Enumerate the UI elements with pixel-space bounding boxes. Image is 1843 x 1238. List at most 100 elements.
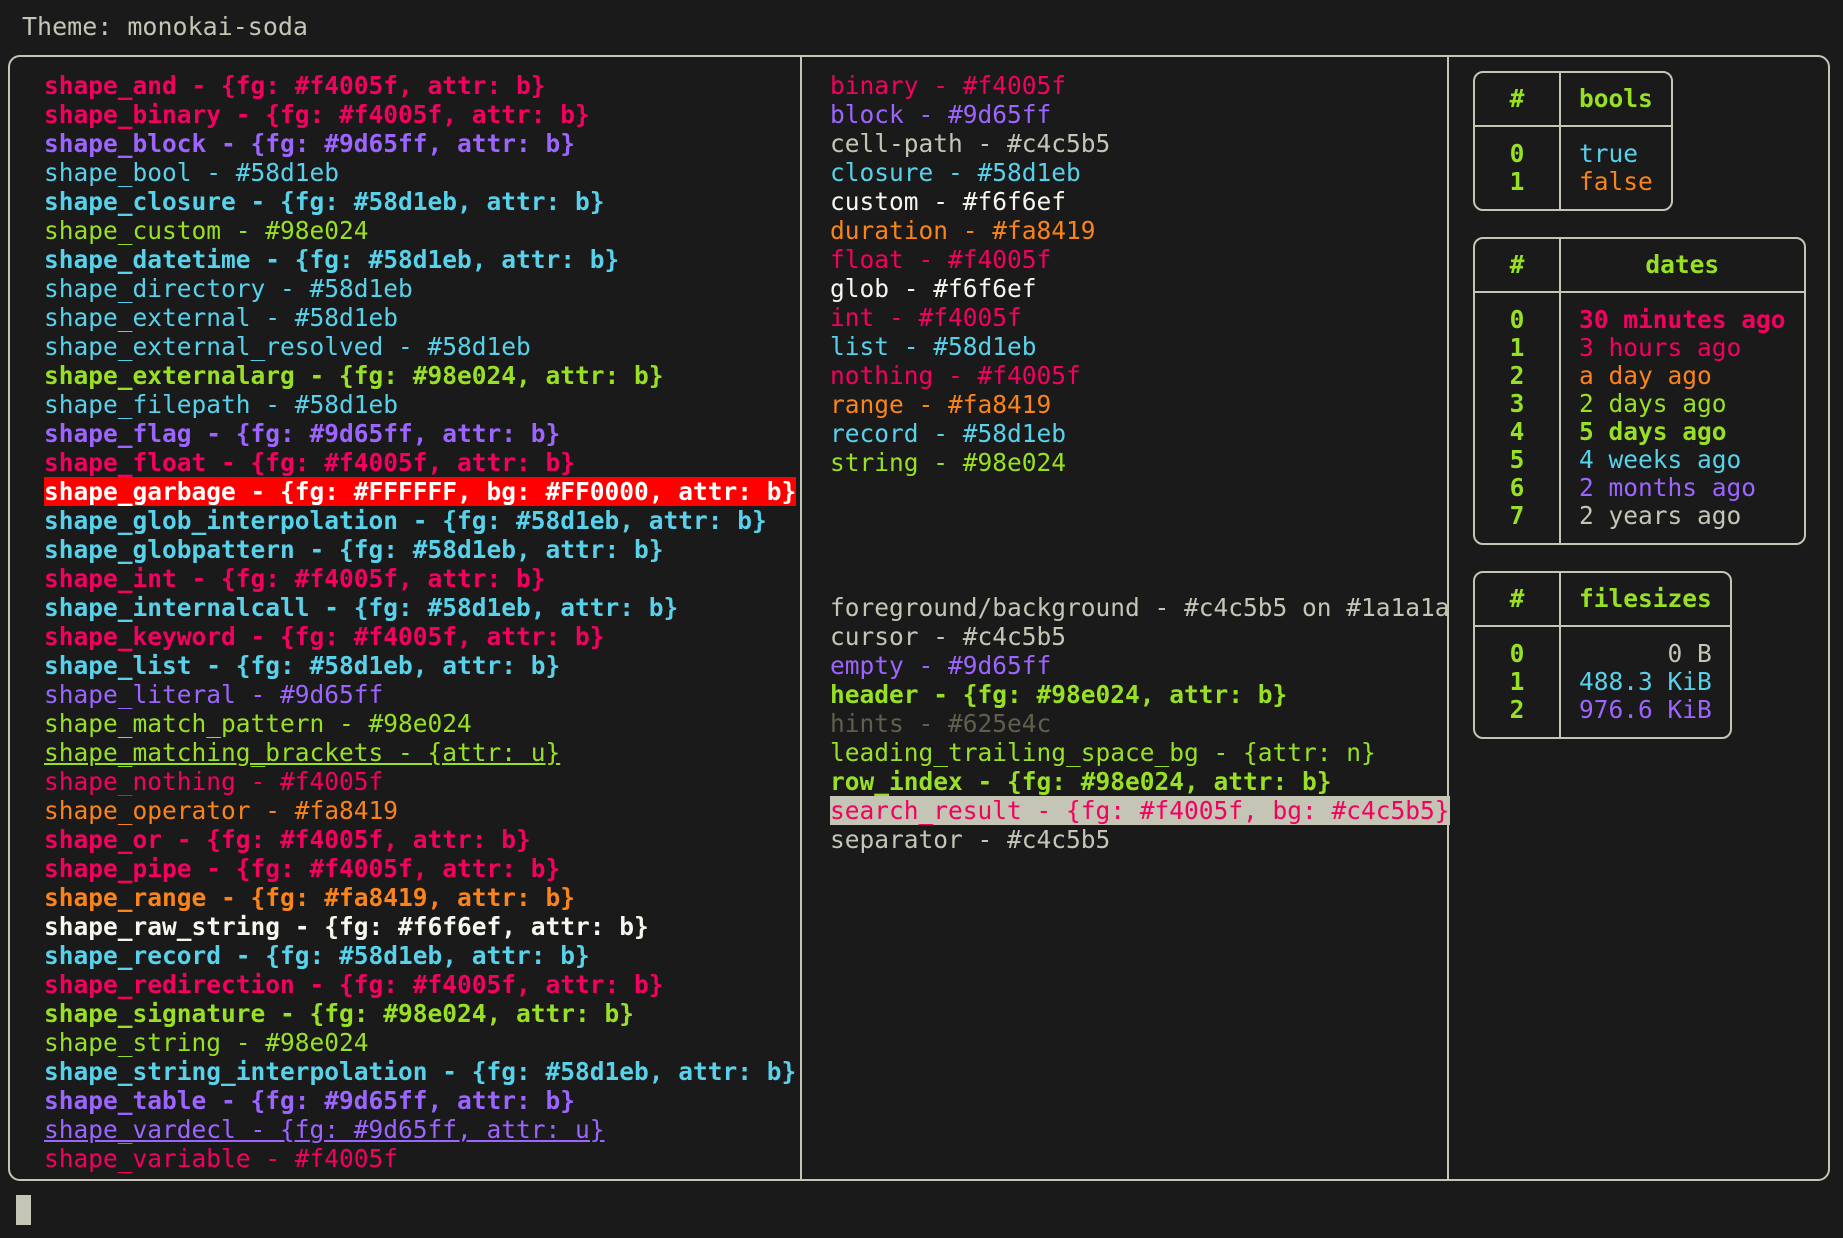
- theme-entry: closure - #58d1eb: [830, 158, 1447, 187]
- theme-entry: shape_signature - {fg: #98e024, attr: b}: [44, 999, 800, 1028]
- theme-entry: shape_flag - {fg: #9d65ff, attr: b}: [44, 419, 800, 448]
- theme-entry-text: shape_bool - #58d1eb: [44, 158, 340, 187]
- column-gap: [830, 477, 1447, 593]
- theme-entry-text: shape_redirection - {fg: #f4005f, attr: …: [44, 970, 664, 999]
- theme-entry-text: shape_closure - {fg: #58d1eb, attr: b}: [44, 187, 605, 216]
- theme-entry-text: shape_flag - {fg: #9d65ff, attr: b}: [44, 419, 561, 448]
- row-index: 4: [1475, 418, 1561, 446]
- table-header-row: # dates: [1475, 239, 1804, 293]
- row-value: 4 weeks ago: [1579, 445, 1742, 474]
- theme-entry: duration - #fa8419: [830, 216, 1447, 245]
- theme-entry-text: custom - #f6f6ef: [830, 187, 1067, 216]
- theme-entry-text: shape_match_pattern - #98e024: [44, 709, 472, 738]
- row-value: true: [1579, 139, 1639, 168]
- types-list: binary - #f4005f block - #9d65ff cell-path…: [830, 71, 1447, 477]
- theme-entry-text: leading_trailing_space_bg - {attr: n}: [830, 738, 1376, 767]
- theme-entry: foreground/background - #c4c5b5 on #1a1a…: [830, 593, 1450, 622]
- row-index: 7: [1475, 502, 1561, 543]
- theme-entry-text: glob - #f6f6ef: [830, 274, 1037, 303]
- theme-entry: custom - #f6f6ef: [830, 187, 1447, 216]
- table-row: 2 976.6 KiB: [1475, 696, 1730, 737]
- row-value: 488.3 KiB: [1579, 667, 1712, 696]
- theme-entry: shape_external - #58d1eb: [44, 303, 800, 332]
- theme-label: Theme: monokai-soda: [22, 12, 308, 41]
- row-value: false: [1579, 167, 1653, 196]
- terminal-screen: Theme: monokai-soda shape_and - {fg: #f4…: [0, 0, 1843, 1238]
- theme-entry-text: shape_string_interpolation - {fg: #58d1e…: [44, 1057, 797, 1086]
- theme-entry: shape_bool - #58d1eb: [44, 158, 800, 187]
- theme-entry-text: shape_garbage - {fg: #FFFFFF, bg: #FF000…: [44, 477, 797, 506]
- theme-entry-text: shape_operator - #fa8419: [44, 796, 399, 825]
- theme-entry-text: separator - #c4c5b5: [830, 825, 1111, 854]
- theme-entry-text: shape_globpattern - {fg: #58d1eb, attr: …: [44, 535, 664, 564]
- theme-entry: shape_filepath - #58d1eb: [44, 390, 800, 419]
- theme-entry-text: shape_directory - #58d1eb: [44, 274, 413, 303]
- row-value: 2 months ago: [1579, 473, 1757, 502]
- theme-entry: shape_glob_interpolation - {fg: #58d1eb,…: [44, 506, 800, 535]
- theme-entry: separator - #c4c5b5: [830, 825, 1447, 854]
- theme-entry: shape_nothing - #f4005f: [44, 767, 800, 796]
- theme-entry-text: shape_binary - {fg: #f4005f, attr: b}: [44, 100, 590, 129]
- column-header-index: #: [1475, 573, 1561, 627]
- theme-entry: shape_externalarg - {fg: #98e024, attr: …: [44, 361, 800, 390]
- ui-elements-list: foreground/background - #c4c5b5 on #1a1a…: [830, 593, 1450, 854]
- theme-entry-text: shape_string - #98e024: [44, 1028, 369, 1057]
- row-value: 3 hours ago: [1579, 333, 1742, 362]
- theme-entry-text: shape_datetime - {fg: #58d1eb, attr: b}: [44, 245, 620, 274]
- theme-entry: shape_redirection - {fg: #f4005f, attr: …: [44, 970, 800, 999]
- theme-entry-text: header - {fg: #98e024, attr: b}: [830, 680, 1288, 709]
- row-index: 2: [1475, 362, 1561, 390]
- theme-entry: shape_binary - {fg: #f4005f, attr: b}: [44, 100, 800, 129]
- theme-entry: shape_list - {fg: #58d1eb, attr: b}: [44, 651, 800, 680]
- theme-entry: shape_or - {fg: #f4005f, attr: b}: [44, 825, 800, 854]
- theme-entry-text: shape_record - {fg: #58d1eb, attr: b}: [44, 941, 590, 970]
- table-row: 0 30 minutes ago: [1475, 293, 1804, 334]
- theme-entry: shape_float - {fg: #f4005f, attr: b}: [44, 448, 800, 477]
- theme-entry: shape_table - {fg: #9d65ff, attr: b}: [44, 1086, 800, 1115]
- theme-entry: cell-path - #c4c5b5: [830, 129, 1447, 158]
- theme-entry: cursor - #c4c5b5: [830, 622, 1447, 651]
- theme-entry-text: shape_block - {fg: #9d65ff, attr: b}: [44, 129, 576, 158]
- theme-entry: range - #fa8419: [830, 390, 1447, 419]
- theme-entry: record - #58d1eb: [830, 419, 1447, 448]
- theme-entry: shape_operator - #fa8419: [44, 796, 800, 825]
- theme-entry: shape_datetime - {fg: #58d1eb, attr: b}: [44, 245, 800, 274]
- theme-entry: shape_internalcall - {fg: #58d1eb, attr:…: [44, 593, 800, 622]
- theme-entry-text: string - #98e024: [830, 448, 1067, 477]
- theme-entry: nothing - #f4005f: [830, 361, 1447, 390]
- row-value: 976.6 KiB: [1579, 695, 1712, 724]
- row-index: 0: [1475, 127, 1561, 168]
- theme-entry-text: nothing - #f4005f: [830, 361, 1081, 390]
- theme-entry: shape_and - {fg: #f4005f, attr: b}: [44, 71, 800, 100]
- table-row: 3 2 days ago: [1475, 390, 1804, 418]
- theme-entry-text: int - #f4005f: [830, 303, 1022, 332]
- theme-entry-text: row_index - {fg: #98e024, attr: b}: [830, 767, 1332, 796]
- theme-entry-text: shape_float - {fg: #f4005f, attr: b}: [44, 448, 576, 477]
- theme-entry: shape_custom - #98e024: [44, 216, 800, 245]
- theme-entry-text: shape_externalarg - {fg: #98e024, attr: …: [44, 361, 664, 390]
- theme-entry: shape_directory - #58d1eb: [44, 274, 800, 303]
- table-row: 5 4 weeks ago: [1475, 446, 1804, 474]
- row-index: 1: [1475, 334, 1561, 362]
- theme-entry-text: shape_nothing - #f4005f: [44, 767, 384, 796]
- theme-entry-text: empty - #9d65ff: [830, 651, 1052, 680]
- table-row: 0 true: [1475, 127, 1671, 168]
- table-row: 1 false: [1475, 168, 1671, 209]
- table-row: 0 0 B: [1475, 627, 1730, 668]
- row-index: 0: [1475, 627, 1561, 668]
- theme-entry: shape_raw_string - {fg: #f6f6ef, attr: b…: [44, 912, 800, 941]
- column-header-value: bools: [1561, 73, 1671, 127]
- theme-entry: shape_variable - #f4005f: [44, 1144, 800, 1173]
- theme-entry-text: shape_list - {fg: #58d1eb, attr: b}: [44, 651, 561, 680]
- theme-entry-text: cell-path - #c4c5b5: [830, 129, 1111, 158]
- theme-entry-text: shape_filepath - #58d1eb: [44, 390, 399, 419]
- table-row: 7 2 years ago: [1475, 502, 1804, 543]
- theme-entry: shape_range - {fg: #fa8419, attr: b}: [44, 883, 800, 912]
- column-header-value: dates: [1561, 239, 1804, 293]
- theme-entry-text: hints - #625e4c: [830, 709, 1052, 738]
- theme-entry: leading_trailing_space_bg - {attr: n}: [830, 738, 1447, 767]
- theme-entry: shape_match_pattern - #98e024: [44, 709, 800, 738]
- theme-entry: shape_literal - #9d65ff: [44, 680, 800, 709]
- theme-entry-text: range - #fa8419: [830, 390, 1052, 419]
- theme-entry-text: shape_custom - #98e024: [44, 216, 369, 245]
